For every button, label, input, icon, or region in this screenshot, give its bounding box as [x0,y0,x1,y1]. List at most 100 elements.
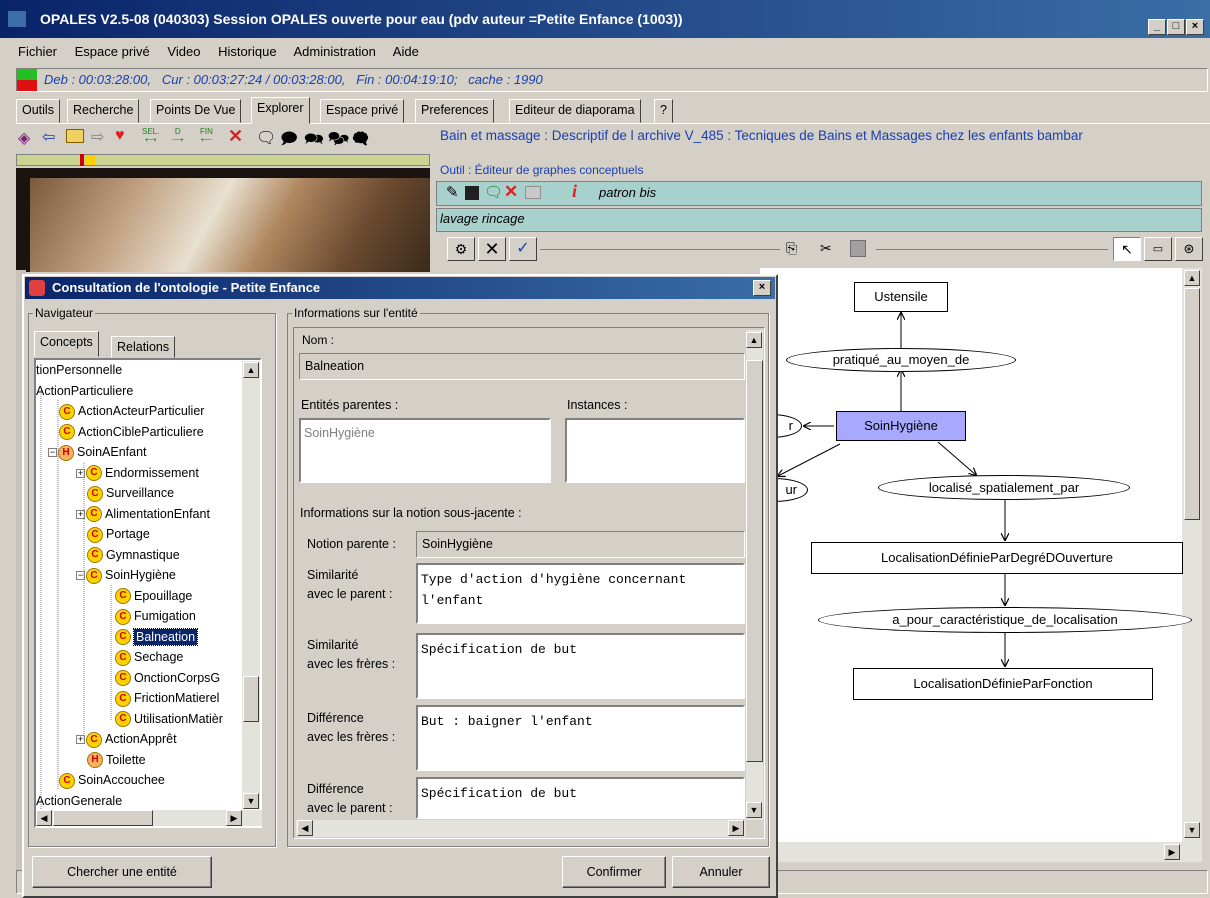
node-ustensile[interactable]: Ustensile [854,282,948,312]
menu-historique[interactable]: Historique [218,44,277,59]
node-a-pour[interactable]: a_pour_caractéristique_de_localisation [818,607,1192,633]
info-scroll-left[interactable]: ◀ [297,820,313,836]
timeline-marker-2 [85,155,95,165]
forward-arrow-icon[interactable]: ⇨ [91,127,104,147]
graph-scroll-up[interactable]: ▲ [1184,270,1200,286]
concept-tree[interactable]: tionPersonnelle ActionParticuliere C Action… [34,358,262,828]
minimize-button[interactable]: _ [1148,19,1166,35]
node-loc-fonction[interactable]: LocalisationDéfinieParFonction [853,668,1153,700]
info-hscroll[interactable] [296,820,746,837]
tab-recherche[interactable]: Recherche [67,99,140,123]
d-icon[interactable]: D ⟶ [172,128,183,144]
tree-scroll-up[interactable]: ▲ [243,362,259,378]
menu-fichier[interactable]: Fichier [18,44,57,59]
tab-explorer[interactable]: Explorer [251,97,310,124]
search-entity-button[interactable]: Chercher une entité [32,856,212,888]
graph-scroll-thumb[interactable] [1184,288,1200,520]
tree-vscroll[interactable] [242,361,260,809]
menu-administration[interactable]: Administration [294,44,376,59]
cancel-button[interactable]: Annuler [672,856,770,888]
node-loc-degre[interactable]: LocalisationDéfinieParDegréDOuverture [811,542,1183,574]
comment-icon[interactable]: 🗨 [256,128,276,148]
info-scroll-right[interactable]: ▶ [728,820,744,836]
book-icon[interactable]: ◈ [18,128,30,148]
pattern-name[interactable]: patron bis [599,185,656,200]
cancel-x-button[interactable]: ✕ [478,237,506,261]
menu-espace-prive[interactable]: Espace privé [75,44,150,59]
validate-button[interactable]: ✓ [509,237,537,261]
folder-up-icon[interactable] [66,129,84,143]
sim-parent-textarea[interactable]: Type d'action d'hygiène concernant l'enf… [416,563,745,624]
tab-relations[interactable]: Relations [111,336,176,358]
parents-list[interactable]: SoinHygiène [299,418,551,483]
tree-scroll-left[interactable]: ◀ [36,810,52,826]
info-icon[interactable]: i [572,181,577,202]
fin-icon[interactable]: FIN ⟵ [200,128,213,144]
comment-green-icon[interactable]: 🗨 [484,183,503,201]
tab-concepts[interactable]: Concepts [34,331,99,357]
tree-scroll-down[interactable]: ▼ [243,793,259,809]
info-scroll-up[interactable]: ▲ [746,332,762,348]
info-scroll-down[interactable]: ▼ [746,802,762,818]
tab-editeur-diaporama[interactable]: Editeur de diaporama [509,99,641,123]
maximize-button[interactable]: □ [1167,19,1185,35]
toolbar-separator-line-2 [876,249,1108,250]
info-scroll-thumb[interactable] [746,360,763,762]
tab-preferences[interactable]: Preferences [415,99,495,123]
status-deb: Deb : 00:03:28:00, [44,72,151,87]
timeline-marker[interactable] [80,154,84,166]
confirm-button[interactable]: Confirmer [562,856,666,888]
node-pratique[interactable]: pratiqué_au_moyen_de [786,348,1016,372]
instances-list[interactable] [565,418,745,483]
video-image [30,178,430,272]
sim-parent-label: Similarité avec le parent : [307,566,392,604]
relation-tool-button[interactable]: ⊛ [1175,237,1203,261]
tree-hscroll-thumb[interactable] [53,810,153,826]
tab-help[interactable]: ? [654,99,673,123]
paste-icon[interactable] [850,240,866,257]
copy-icon[interactable]: ⎘ [786,240,797,257]
folder-gray-icon[interactable] [525,186,541,199]
sim-freres-textarea[interactable]: Spécification de but [416,633,745,699]
comment-back-icon[interactable]: 🗬 [352,128,369,155]
node-soin-hygiene[interactable]: SoinHygiène [836,411,966,441]
tree-scroll-thumb[interactable] [243,676,259,722]
diff-freres-textarea[interactable]: But : baigner l'enfant [416,705,745,771]
sel-icon[interactable]: SEL. ⟷ [142,128,159,144]
heart-icon[interactable]: ♥ [115,127,125,145]
concept-tool-button[interactable]: ▭ [1144,237,1172,261]
properties-button[interactable]: ⚙ [447,237,475,261]
dialog-close-button[interactable]: × [753,280,771,296]
close-button[interactable]: × [1186,19,1204,35]
save-icon[interactable] [465,186,479,200]
timeline[interactable] [16,154,430,166]
cut-icon[interactable]: ✂ [820,240,832,257]
tab-points-de-vue[interactable]: Points De Vue [150,99,242,123]
back-arrow-icon[interactable]: ⇦ [42,127,55,147]
select-tool-button[interactable]: ↖ [1113,237,1141,261]
graph-scroll-down[interactable]: ▼ [1184,822,1200,838]
comment-list-icon[interactable]: 🗩 [280,128,298,155]
notion-label: Informations sur la notion sous-jacente … [300,506,522,520]
fin-label: FIN [200,127,213,136]
tab-espace-prive[interactable]: Espace privé [320,99,405,123]
instances-label: Instances : [567,398,628,412]
delete-red-icon[interactable]: ✕ [504,182,518,202]
diff-freres-label-2: avec les frères : [307,730,396,744]
graph-canvas-hscroll[interactable] [760,842,1202,862]
graph-scroll-right[interactable]: ▶ [1164,844,1180,860]
parent-item[interactable]: SoinHygiène [301,420,549,446]
menu-video[interactable]: Video [167,44,200,59]
status-cur: Cur : 00:03:27:24 / 00:03:28:00, [161,72,346,87]
delete-icon[interactable]: ✕ [228,126,243,147]
d-label: D [174,127,181,136]
tab-outils[interactable]: Outils [16,99,60,123]
diff-parent-textarea[interactable]: Spécification de but [416,777,745,819]
sim-parent-label-2: avec le parent : [307,587,393,601]
pencil-icon[interactable]: ✎ [446,183,459,201]
node-localise[interactable]: localisé_spatialement_par [878,475,1130,500]
comment-forward-icon[interactable]: 🗫 [328,128,349,155]
tree-scroll-right[interactable]: ▶ [226,810,242,826]
comment-edit-icon[interactable]: 🗪 [304,128,324,155]
menu-aide[interactable]: Aide [393,44,419,59]
